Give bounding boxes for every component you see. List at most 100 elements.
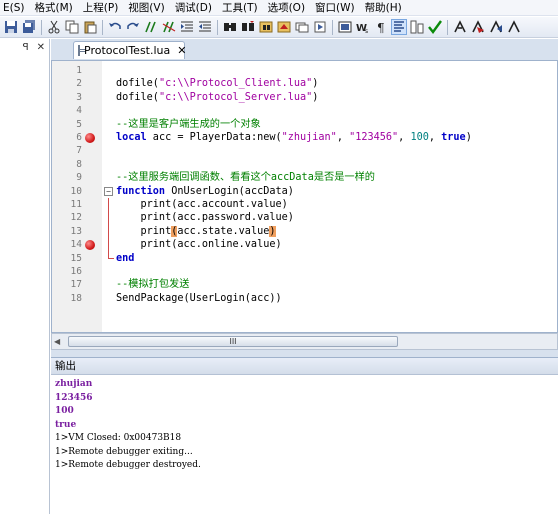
tab-protocoltest[interactable]: ProtocolTest.lua ✕ [73, 41, 186, 59]
output-line: true [55, 419, 77, 430]
display-icon[interactable] [337, 19, 353, 35]
toolbar-separator [447, 19, 448, 35]
code-line[interactable]: 16 [52, 265, 558, 278]
pin-icon[interactable]: ꟼ [23, 42, 29, 53]
code-token: --这里是客户端生成的一个对象 [116, 118, 261, 130]
fold-toggle-icon[interactable]: − [104, 186, 113, 196]
bookmark-icon[interactable] [294, 19, 310, 35]
line-number: 11 [70, 199, 82, 210]
fold-range-end [108, 258, 114, 260]
code-token: print(acc.account.value) [116, 199, 288, 210]
menu-debug[interactable]: 调试(D) [172, 0, 219, 16]
code-token: function [116, 185, 166, 197]
fold-range-line [108, 198, 109, 259]
line-number: 2 [76, 78, 82, 90]
output-line: 100 [55, 406, 74, 416]
scroll-left-icon[interactable]: ◀ [54, 337, 60, 346]
tab-close-icon[interactable]: ✕ [177, 45, 186, 56]
line-number: 16 [70, 266, 82, 277]
output-line: 1>VM Closed: 0x00473B18 [55, 433, 182, 443]
code-line[interactable]: 8 [52, 158, 558, 171]
line-number: 13 [70, 225, 82, 237]
output-line: zhujian [55, 379, 93, 389]
toolbar: Ws ¶ [0, 17, 558, 38]
code-line[interactable]: 14 print(acc.online.value) [52, 238, 558, 251]
line-number: 17 [70, 279, 82, 291]
code-text: dofile("c:\\Protocol_Client.lua") [116, 77, 318, 90]
line-numbers-icon[interactable] [391, 19, 407, 35]
code-editor[interactable]: 1 2 dofile("c:\\Protocol_Client.lua") 3 dofi… [51, 60, 558, 333]
step-into-icon[interactable] [470, 19, 486, 35]
code-line[interactable]: 10 − function OnUserLogin(accData) [52, 185, 558, 198]
code-line[interactable]: 11 print(acc.account.value) [52, 198, 558, 211]
find-next-icon[interactable] [240, 19, 256, 35]
code-token: "c:\\Protocol_Client.lua" [158, 78, 313, 90]
svg-text:s: s [365, 28, 368, 34]
code-line[interactable]: 7 [52, 144, 558, 157]
code-token: "123456" [349, 132, 399, 143]
line-number: 9 [76, 172, 82, 184]
code-token: "c:\\Protocol_Server.lua" [158, 91, 313, 103]
menu-options[interactable]: 选项(O) [265, 0, 312, 16]
code-line[interactable]: 5 --这里是客户端生成的一个对象 [52, 118, 558, 131]
comment-icon[interactable] [143, 19, 159, 35]
code-line[interactable]: 17 --模拟打包发送 [52, 278, 558, 291]
indent-icon[interactable] [179, 19, 195, 35]
menu-view[interactable]: 视图(V) [125, 0, 171, 16]
replace-icon[interactable] [276, 19, 292, 35]
horizontal-scrollbar[interactable]: ◀ III [51, 333, 558, 350]
pilcrow-icon[interactable]: ¶ [373, 19, 389, 35]
menu-edit[interactable]: E(S) [0, 0, 32, 16]
code-line[interactable]: 2 dofile("c:\\Protocol_Client.lua") [52, 77, 558, 90]
step-out-icon[interactable] [506, 19, 522, 35]
code-token: ) [312, 91, 319, 103]
copy-icon[interactable] [64, 19, 80, 35]
code-text: --这里服务端回调函数、看看这个accData是否是一样的 [116, 171, 375, 184]
code-line[interactable]: 9 --这里服务端回调函数、看看这个accData是否是一样的 [52, 171, 558, 184]
save-all-icon[interactable] [21, 19, 37, 35]
step-over-icon[interactable] [488, 19, 504, 35]
line-number: 7 [76, 145, 82, 157]
code-line[interactable]: 13 print(acc.state.value) [52, 225, 558, 238]
cut-icon[interactable] [46, 19, 62, 35]
undo-icon[interactable] [107, 19, 123, 35]
code-text: print(acc.password.value) [116, 211, 294, 224]
code-token: "zhujian" [281, 132, 337, 143]
check-syntax-icon[interactable] [427, 19, 443, 35]
save-icon[interactable] [3, 19, 19, 35]
uncomment-icon[interactable] [161, 19, 177, 35]
outdent-icon[interactable] [197, 19, 213, 35]
close-icon[interactable]: ✕ [37, 42, 45, 53]
code-token: SendPackage(UserLogin(acc)) [116, 292, 282, 304]
code-line[interactable]: 12 print(acc.password.value) [52, 211, 558, 224]
code-line[interactable]: 3 dofile("c:\\Protocol_Server.lua") [52, 91, 558, 104]
menu-tools[interactable]: 工具(T) [219, 0, 265, 16]
menu-format[interactable]: 格式(M) [32, 0, 80, 16]
code-token: dofile( [116, 91, 159, 103]
menu-help[interactable]: 帮助(H) [362, 0, 409, 16]
code-token: end [116, 252, 135, 264]
code-line[interactable]: 18 SendPackage(UserLogin(acc)) [52, 292, 558, 305]
bookmark-next-icon[interactable] [312, 19, 328, 35]
code-token: --模拟打包发送 [116, 279, 190, 291]
redo-icon[interactable] [125, 19, 141, 35]
code-line[interactable]: 6 local acc = PlayerData:new("zhujian", "… [52, 131, 558, 144]
split-view-icon[interactable] [409, 19, 425, 35]
menu-window[interactable]: 窗口(W) [312, 0, 362, 16]
find-in-files-icon[interactable] [258, 19, 274, 35]
code-line[interactable]: 1 [52, 64, 558, 77]
scroll-thumb[interactable]: III [68, 336, 398, 347]
code-line[interactable]: 4 [52, 104, 558, 117]
find-icon[interactable] [222, 19, 238, 35]
word-wrap-icon[interactable]: Ws [355, 19, 371, 35]
menu-project[interactable]: 上程(P) [80, 0, 126, 16]
go-icon[interactable] [452, 19, 468, 35]
code-token: print(acc.password.value) [116, 212, 294, 224]
paste-icon[interactable] [82, 19, 98, 35]
output-line: 123456 [55, 392, 93, 403]
breakpoint-icon[interactable] [85, 132, 95, 143]
output-line: 1>Remote debugger exiting... [55, 446, 193, 457]
editor-area: ProtocolTest.lua ✕ 1 2 dofile("c:\\Protoco… [51, 39, 558, 351]
code-line[interactable]: 15 end [52, 252, 558, 265]
breakpoint-icon[interactable] [85, 239, 95, 250]
